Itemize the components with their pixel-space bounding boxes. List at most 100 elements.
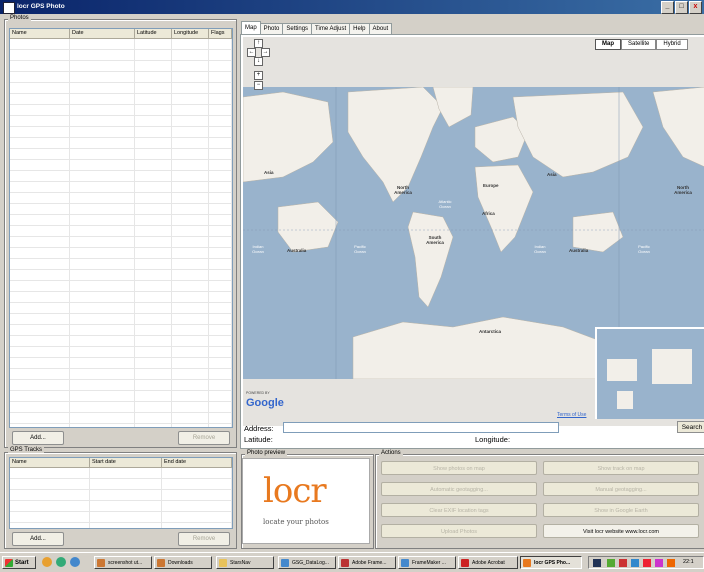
system-tray: 22:1 xyxy=(588,556,704,569)
upload-photos-button[interactable]: Upload Photos xyxy=(381,524,537,538)
col-name[interactable]: Name xyxy=(10,29,70,38)
quick-launch xyxy=(42,557,92,569)
col-longitude[interactable]: Longitude xyxy=(172,29,209,38)
table-row xyxy=(10,358,232,369)
maximize-button[interactable]: □ xyxy=(675,1,688,14)
taskbar-item-gsg-datalog[interactable]: GSG_DataLog... xyxy=(278,556,336,569)
tray-icon[interactable] xyxy=(619,559,627,567)
windows-logo-icon xyxy=(5,559,13,567)
pan-right-button[interactable]: → xyxy=(261,48,270,57)
table-row xyxy=(10,138,232,149)
tracks-group-label: GPS Tracks xyxy=(8,447,45,453)
table-row xyxy=(10,226,232,237)
map-view[interactable]: Asia Australia North America Europe Afri… xyxy=(243,37,704,426)
map-panel: Asia Australia North America Europe Afri… xyxy=(240,34,704,449)
col-start-date[interactable]: Start date xyxy=(90,458,162,467)
show-photos-on-map-button[interactable]: Show photos on map xyxy=(381,461,537,475)
table-row xyxy=(10,424,232,427)
tracks-table[interactable]: Name Start date End date xyxy=(9,457,233,529)
table-row xyxy=(10,468,232,479)
table-row xyxy=(10,523,232,528)
add-track-button[interactable]: Add... xyxy=(12,532,64,546)
label-atlantic-ocean: Atlantic Ocean xyxy=(438,199,452,209)
explorer-icon[interactable] xyxy=(70,557,80,567)
tray-icon[interactable] xyxy=(607,559,615,567)
table-row xyxy=(10,512,232,523)
col-flags[interactable]: Flags xyxy=(209,29,232,38)
automatic-geotagging-button[interactable]: Automatic geotagging... xyxy=(381,482,537,496)
close-button[interactable]: x xyxy=(689,1,702,14)
taskbar-item-starsnav[interactable]: StarsNav xyxy=(216,556,274,569)
zoom-in-button[interactable]: + xyxy=(254,71,263,80)
terms-of-use-link[interactable]: Terms of Use xyxy=(557,412,586,418)
taskbar-item-adobe-acrobat[interactable]: Adobe Acrobat xyxy=(458,556,518,569)
remove-photos-button[interactable]: Remove xyxy=(178,431,230,445)
address-label: Address: xyxy=(244,424,274,433)
label-antarctica: Antarctica xyxy=(479,329,502,334)
pan-left-button[interactable]: ← xyxy=(247,48,256,57)
table-row xyxy=(10,380,232,391)
table-row xyxy=(10,39,232,50)
map-type-map[interactable]: Map xyxy=(595,39,621,50)
col-latitude[interactable]: Latitude xyxy=(135,29,172,38)
minimize-button[interactable]: _ xyxy=(661,1,674,14)
table-row xyxy=(10,391,232,402)
table-row xyxy=(10,336,232,347)
table-row xyxy=(10,369,232,380)
col-date[interactable]: Date xyxy=(70,29,135,38)
media-icon[interactable] xyxy=(56,557,66,567)
tray-icon[interactable] xyxy=(655,559,663,567)
browser-icon[interactable] xyxy=(42,557,52,567)
table-row xyxy=(10,270,232,281)
table-row xyxy=(10,61,232,72)
table-row xyxy=(10,204,232,215)
add-photos-button[interactable]: Add... xyxy=(12,431,64,445)
address-input[interactable] xyxy=(283,422,559,433)
show-in-google-earth-button[interactable]: Show in Google Earth xyxy=(543,503,699,517)
google-logo: Google xyxy=(246,397,284,409)
map-type-hybrid[interactable]: Hybrid xyxy=(656,39,688,50)
map-type-selector: Map Satellite Hybrid xyxy=(595,39,688,50)
table-row xyxy=(10,501,232,512)
taskbar-item-framemaker[interactable]: FrameMaker ... xyxy=(398,556,456,569)
tray-icon[interactable] xyxy=(643,559,651,567)
photos-table[interactable]: Name Date Latitude Longitude Flags xyxy=(9,28,233,428)
show-track-on-map-button[interactable]: Show track on map xyxy=(543,461,699,475)
table-row xyxy=(10,314,232,325)
locr-logo: locr xyxy=(263,471,327,511)
taskbar-item-locr[interactable]: locr GPS Pho... xyxy=(520,556,582,569)
manual-geotagging-button[interactable]: Manual geotagging... xyxy=(543,482,699,496)
locr-tagline: locate your photos xyxy=(263,518,329,526)
col-end-date[interactable]: End date xyxy=(162,458,232,467)
table-row xyxy=(10,215,232,226)
overview-map[interactable] xyxy=(595,327,704,419)
taskbar-item-adobe-frame[interactable]: Adobe Frame... xyxy=(338,556,396,569)
table-row xyxy=(10,237,232,248)
visit-locr-website-button[interactable]: Visit locr website www.locr.com xyxy=(543,524,699,538)
clear-exif-tags-button[interactable]: Clear EXIF location tags xyxy=(381,503,537,517)
table-row xyxy=(10,490,232,501)
table-row xyxy=(10,127,232,138)
longitude-label: Longitude: xyxy=(475,435,511,444)
remove-track-button[interactable]: Remove xyxy=(178,532,230,546)
table-row xyxy=(10,105,232,116)
pan-down-button[interactable]: ↓ xyxy=(254,57,263,66)
tray-icon[interactable] xyxy=(593,559,601,567)
taskbar-item-screenshot[interactable]: screenshot ut... xyxy=(94,556,152,569)
label-africa: Africa xyxy=(482,211,495,216)
tracks-table-body xyxy=(10,468,232,528)
tab-map[interactable]: Map xyxy=(241,21,261,35)
doc-icon xyxy=(401,559,409,567)
label-pacific-ocean-left: Pacific Ocean xyxy=(354,244,366,254)
tray-icon[interactable] xyxy=(667,559,675,567)
start-button[interactable]: Start xyxy=(2,556,36,569)
pan-up-button[interactable]: ↑ xyxy=(254,39,263,48)
actions-group-label: Actions xyxy=(379,450,403,456)
taskbar-item-downloads[interactable]: Downloads xyxy=(154,556,212,569)
table-row xyxy=(10,281,232,292)
tray-icon[interactable] xyxy=(631,559,639,567)
zoom-out-button[interactable]: − xyxy=(254,81,263,90)
col-track-name[interactable]: Name xyxy=(10,458,90,467)
search-button[interactable]: Search xyxy=(677,421,704,433)
map-type-satellite[interactable]: Satellite xyxy=(621,39,657,50)
